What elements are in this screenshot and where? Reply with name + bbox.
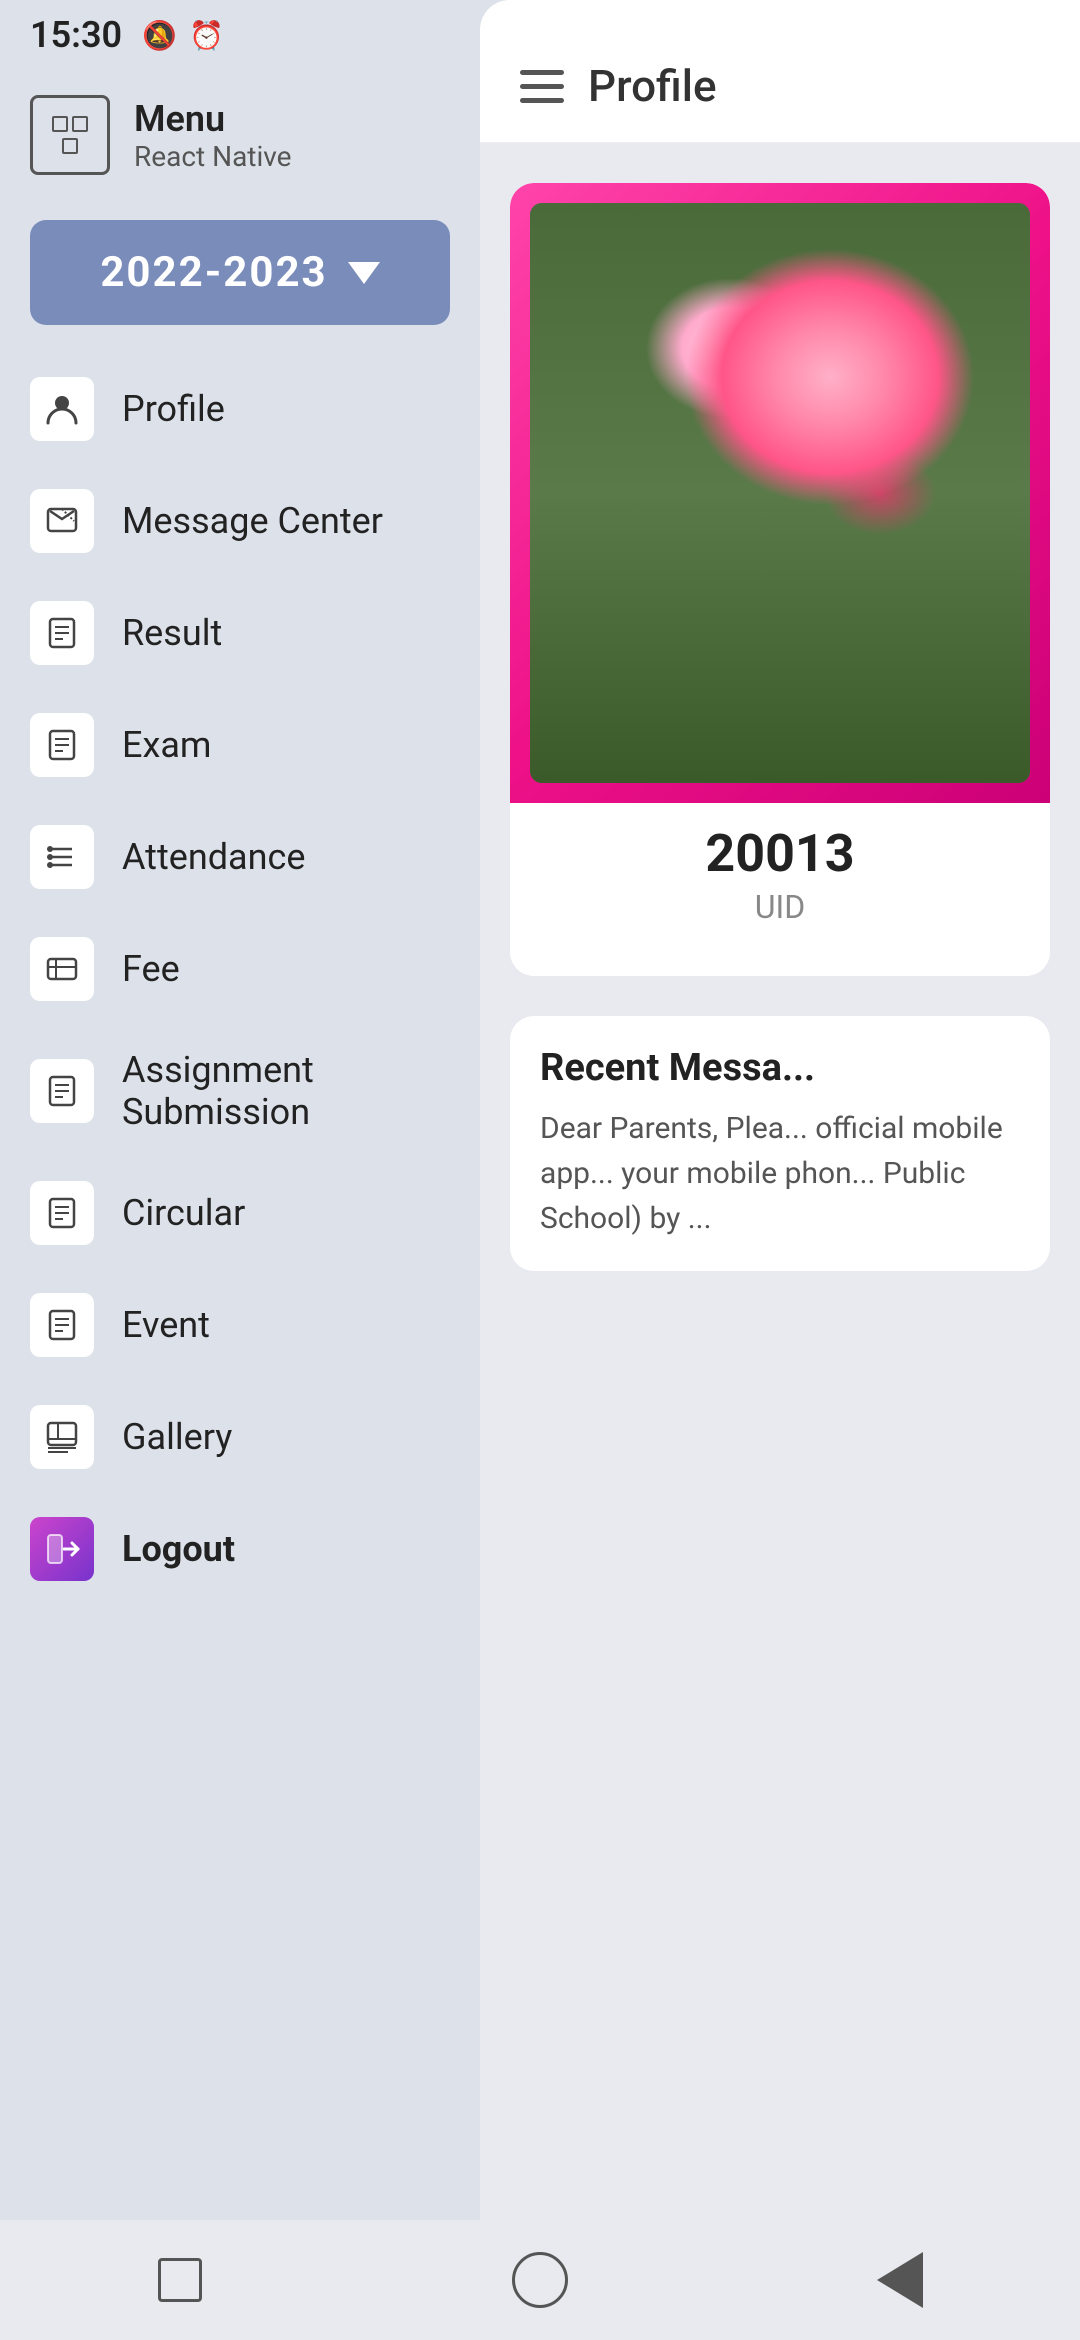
sidebar-item-result[interactable]: Result [10, 579, 470, 687]
stop-icon [158, 2258, 202, 2302]
sidebar-item-profile[interactable]: Profile [10, 355, 470, 463]
fee-icon [30, 937, 94, 1001]
alarm-icon: ⏰ [189, 19, 224, 52]
circular-icon [30, 1181, 94, 1245]
subtitle-label: React Native [134, 140, 292, 173]
home-button[interactable] [500, 2240, 580, 2320]
profile-page-header: Profile [480, 0, 1080, 143]
profile-photo [530, 203, 1030, 783]
stop-button[interactable] [140, 2240, 220, 2320]
sidebar-item-assignment-submission[interactable]: Assignment Submission [10, 1027, 470, 1155]
sidebar-item-circular[interactable]: Circular [10, 1159, 470, 1267]
sidebar-item-exam[interactable]: Exam [10, 691, 470, 799]
profile-uid-label: UID [530, 888, 1030, 926]
home-icon [512, 2252, 568, 2308]
sidebar-item-event[interactable]: Event [10, 1271, 470, 1379]
mute-icon: 🔕 [142, 19, 177, 52]
app-logo [30, 95, 110, 175]
event-label: Event [122, 1304, 210, 1346]
recent-messages-title: Recent Messa... [540, 1046, 1020, 1090]
profile-page-title: Profile [588, 60, 717, 112]
hamburger-line-3 [520, 98, 564, 103]
logo-sq-3 [62, 138, 78, 154]
exam-label: Exam [122, 724, 211, 766]
header-text: Menu React Native [134, 98, 292, 173]
back-button[interactable] [860, 2240, 940, 2320]
sidebar: 2022-2023 Profile Message Center [0, 0, 480, 2340]
attendance-icon [30, 825, 94, 889]
profile-icon [30, 377, 94, 441]
result-icon [30, 601, 94, 665]
logo-sq-2 [72, 116, 88, 132]
assignment-label: Assignment Submission [122, 1049, 450, 1133]
year-selector[interactable]: 2022-2023 [30, 220, 450, 325]
status-icons: 🔕 ⏰ [142, 19, 224, 52]
hamburger-line-1 [520, 70, 564, 75]
status-time: 15:30 [30, 14, 122, 56]
profile-card-area: 20013 UID [480, 143, 1080, 1016]
exam-icon [30, 713, 94, 777]
logout-icon [30, 1517, 94, 1581]
menu-list: Profile Message Center Re [0, 355, 480, 1607]
menu-label: Menu [134, 98, 292, 140]
result-label: Result [122, 612, 222, 654]
sidebar-item-logout[interactable]: Logout [10, 1495, 470, 1603]
hamburger-line-2 [520, 84, 564, 89]
sidebar-item-gallery[interactable]: Gallery [10, 1383, 470, 1491]
profile-uid-number: 20013 [530, 823, 1030, 884]
message-center-label: Message Center [122, 500, 383, 542]
status-bar: 15:30 🔕 ⏰ [0, 0, 480, 70]
chevron-down-icon [348, 262, 380, 284]
circular-label: Circular [122, 1192, 245, 1234]
back-icon [877, 2252, 923, 2308]
right-panel: Profile 20013 UID Recent Messa... Dear P… [480, 0, 1080, 2340]
gallery-label: Gallery [122, 1416, 232, 1458]
header-bar: Menu React Native [0, 70, 480, 200]
profile-photo-frame [510, 183, 1050, 803]
year-label: 2022-2023 [100, 248, 327, 297]
hamburger-menu-icon[interactable] [520, 70, 564, 103]
logo-sq-1 [52, 116, 68, 132]
fee-label: Fee [122, 948, 180, 990]
recent-messages-text: Dear Parents, Plea... official mobile ap… [540, 1106, 1020, 1241]
logout-label: Logout [122, 1528, 235, 1570]
profile-card: 20013 UID [510, 183, 1050, 976]
flower-background [530, 203, 1030, 783]
sidebar-item-message-center[interactable]: Message Center [10, 467, 470, 575]
profile-uid-section: 20013 UID [510, 803, 1050, 946]
message-center-icon [30, 489, 94, 553]
profile-label: Profile [122, 388, 225, 430]
gallery-icon [30, 1405, 94, 1469]
attendance-label: Attendance [122, 836, 305, 878]
assignment-icon [30, 1059, 94, 1123]
event-icon [30, 1293, 94, 1357]
sidebar-item-fee[interactable]: Fee [10, 915, 470, 1023]
recent-messages-card: Recent Messa... Dear Parents, Plea... of… [510, 1016, 1050, 1271]
bottom-nav [0, 2220, 1080, 2340]
sidebar-item-attendance[interactable]: Attendance [10, 803, 470, 911]
